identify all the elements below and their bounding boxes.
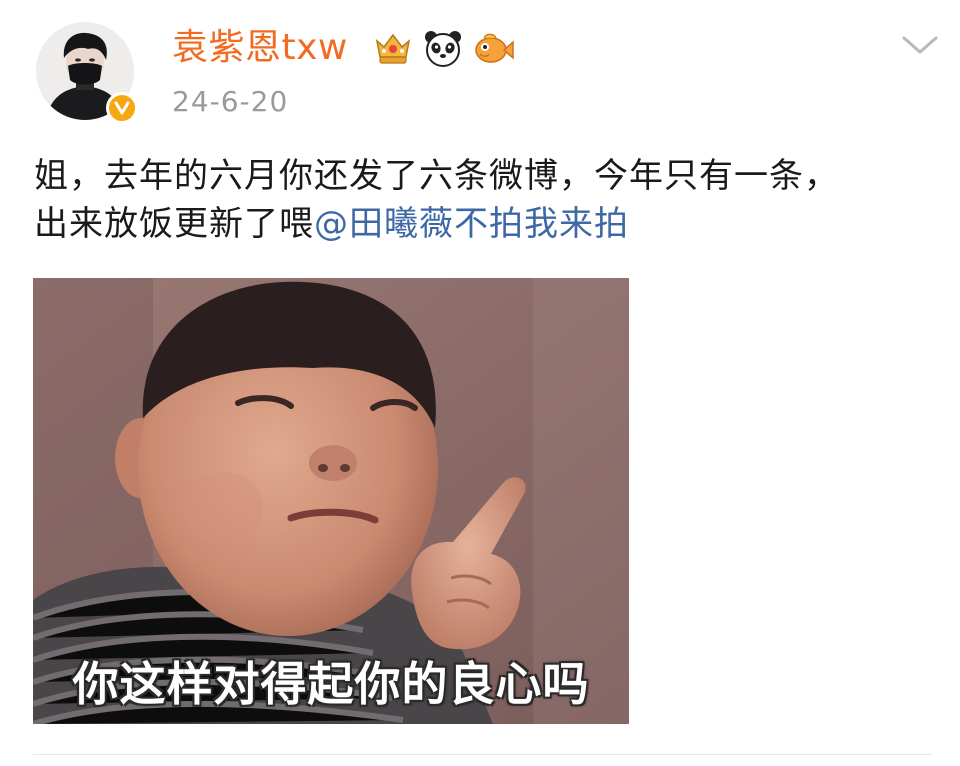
meme-caption: 你这样对得起你的良心吗	[72, 657, 590, 711]
verified-badge-icon	[106, 92, 138, 124]
post-text-segment: 出来放饭更新了喂	[34, 204, 314, 244]
post-text-line: 出来放饭更新了喂@田曦薇不拍我来拍	[34, 200, 944, 248]
panda-badge-icon[interactable]	[422, 27, 464, 69]
chevron-down-icon[interactable]	[898, 30, 942, 60]
crown-badge-icon[interactable]	[372, 27, 414, 69]
post-timestamp: 24-6-20	[172, 85, 289, 118]
author-badges	[372, 26, 514, 70]
post-image[interactable]: 你这样对得起你的良心吗	[33, 278, 629, 724]
fish-badge-icon[interactable]	[472, 27, 514, 69]
post-divider	[33, 754, 932, 755]
mention-link[interactable]: @田曦薇不拍我来拍	[314, 204, 629, 244]
post-body: 姐，去年的六月你还发了六条微博，今年只有一条， 出来放饭更新了喂@田曦薇不拍我来…	[34, 152, 944, 248]
author-name[interactable]: 袁紫恩txw	[172, 24, 348, 72]
post-text-line: 姐，去年的六月你还发了六条微博，今年只有一条，	[34, 156, 839, 196]
author-avatar[interactable]	[36, 22, 138, 124]
